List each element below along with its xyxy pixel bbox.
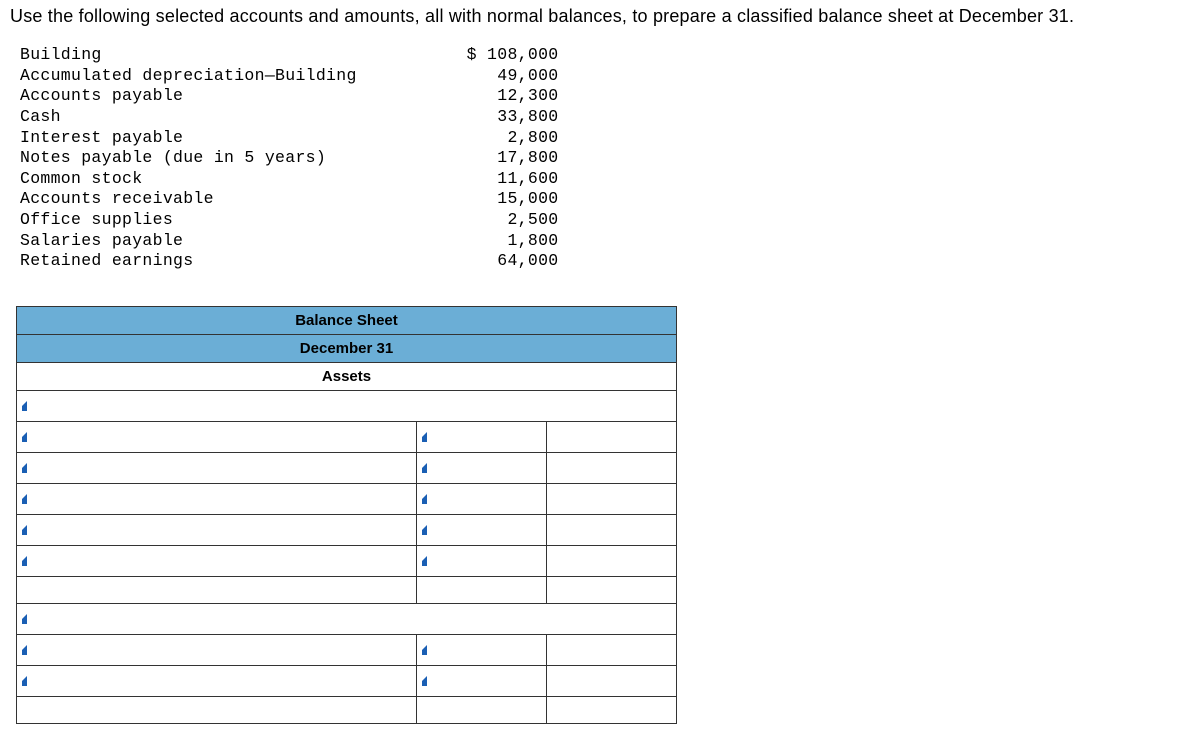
input-desc[interactable] bbox=[17, 452, 417, 483]
input-val1[interactable] bbox=[417, 452, 547, 483]
dropdown-arrow-icon bbox=[422, 645, 427, 655]
dropdown-arrow-icon bbox=[22, 401, 27, 411]
account-labels: Building Accumulated depreciation—Buildi… bbox=[20, 45, 357, 272]
input-val1[interactable] bbox=[417, 514, 547, 545]
input-row-full[interactable] bbox=[17, 603, 677, 634]
input-desc[interactable] bbox=[17, 665, 417, 696]
input-val1[interactable] bbox=[417, 421, 547, 452]
input-val1[interactable] bbox=[417, 634, 547, 665]
dropdown-arrow-icon bbox=[22, 525, 27, 535]
blank-cell bbox=[547, 483, 677, 514]
balance-sheet-section-assets: Assets bbox=[17, 362, 677, 390]
blank-cell bbox=[547, 514, 677, 545]
dropdown-arrow-icon bbox=[422, 676, 427, 686]
input-val1[interactable] bbox=[417, 545, 547, 576]
blank-cell bbox=[547, 696, 677, 723]
blank-cell bbox=[17, 576, 417, 603]
dropdown-arrow-icon bbox=[422, 556, 427, 566]
dropdown-arrow-icon bbox=[22, 432, 27, 442]
input-val1[interactable] bbox=[417, 665, 547, 696]
account-values: $ 108,000 49,000 12,300 33,800 2,800 17,… bbox=[467, 45, 559, 272]
dropdown-arrow-icon bbox=[22, 556, 27, 566]
blank-cell bbox=[547, 545, 677, 576]
balance-sheet-table: Balance Sheet December 31 Assets bbox=[16, 306, 677, 724]
blank-cell bbox=[547, 421, 677, 452]
dropdown-arrow-icon bbox=[422, 463, 427, 473]
dropdown-arrow-icon bbox=[422, 494, 427, 504]
dropdown-arrow-icon bbox=[22, 614, 27, 624]
blank-cell bbox=[547, 634, 677, 665]
dropdown-arrow-icon bbox=[422, 525, 427, 535]
input-desc[interactable] bbox=[17, 421, 417, 452]
input-val1[interactable] bbox=[417, 483, 547, 514]
dropdown-arrow-icon bbox=[422, 432, 427, 442]
blank-cell bbox=[547, 665, 677, 696]
input-row-full[interactable] bbox=[17, 390, 677, 421]
dropdown-arrow-icon bbox=[22, 463, 27, 473]
blank-cell bbox=[417, 576, 547, 603]
blank-cell bbox=[547, 576, 677, 603]
dropdown-arrow-icon bbox=[22, 645, 27, 655]
input-desc[interactable] bbox=[17, 545, 417, 576]
instruction-text: Use the following selected accounts and … bbox=[10, 6, 1190, 27]
balance-sheet-title: Balance Sheet bbox=[17, 306, 677, 334]
dropdown-arrow-icon bbox=[22, 676, 27, 686]
blank-cell bbox=[547, 452, 677, 483]
blank-cell bbox=[417, 696, 547, 723]
input-desc[interactable] bbox=[17, 514, 417, 545]
accounts-list: Building Accumulated depreciation—Buildi… bbox=[20, 45, 1190, 272]
blank-cell bbox=[17, 696, 417, 723]
balance-sheet-date: December 31 bbox=[17, 334, 677, 362]
input-desc[interactable] bbox=[17, 634, 417, 665]
dropdown-arrow-icon bbox=[22, 494, 27, 504]
input-desc[interactable] bbox=[17, 483, 417, 514]
